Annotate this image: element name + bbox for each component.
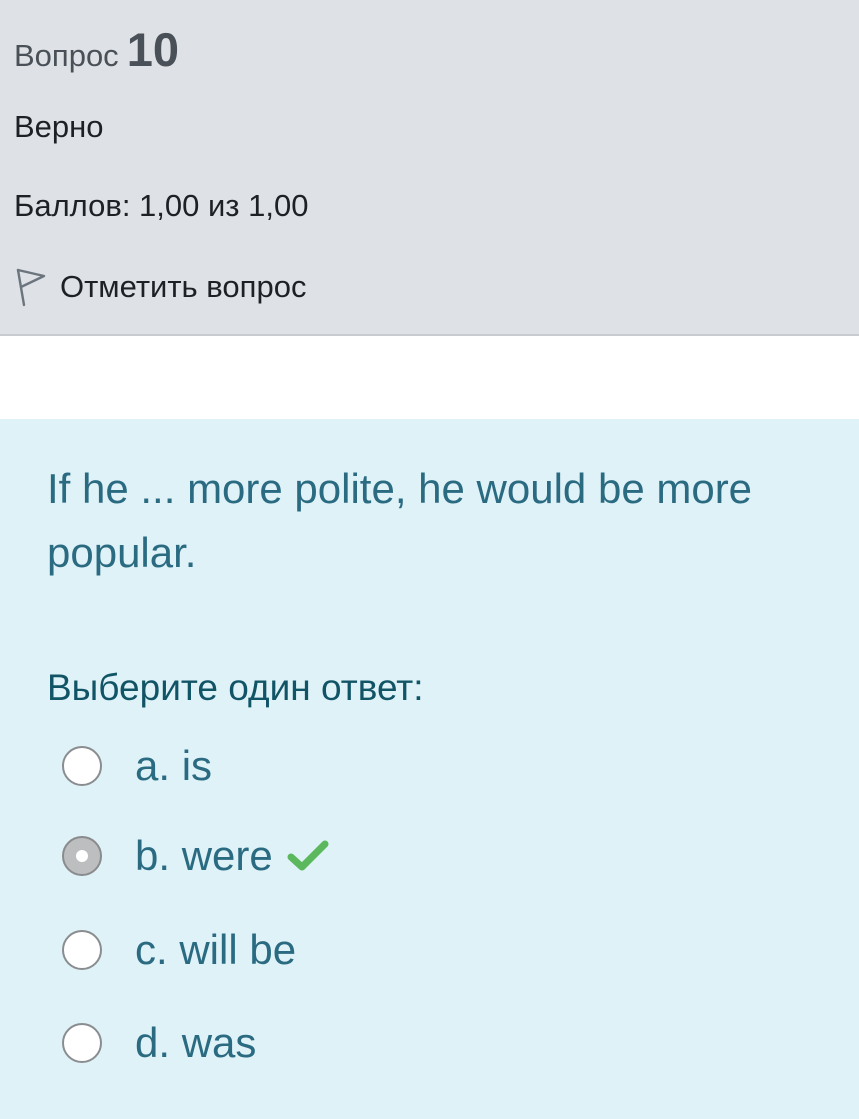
radio-selected-dot bbox=[76, 850, 88, 862]
check-icon bbox=[287, 840, 329, 871]
question-number: 10 bbox=[126, 23, 179, 76]
question-state: Верно bbox=[14, 109, 104, 144]
answer-option-d-label: d. was bbox=[135, 1019, 257, 1066]
answer-option-a-label: a. is bbox=[135, 742, 213, 789]
question-header: Вопрос 10 bbox=[14, 22, 179, 77]
answer-option-c-label: c. will be bbox=[135, 926, 297, 973]
question-info-panel: Вопрос 10 Верно Баллов: 1,00 из 1,00 Отме… bbox=[0, 0, 859, 336]
answer-option-c[interactable]: c. will be bbox=[62, 920, 296, 980]
question-label: Вопрос bbox=[14, 38, 119, 73]
answer-prompt: Выберите один ответ: bbox=[47, 667, 424, 708]
radio-a[interactable] bbox=[62, 746, 102, 786]
radio-b[interactable] bbox=[62, 836, 102, 876]
radio-d[interactable] bbox=[62, 1023, 102, 1063]
flag-question-label: Отметить вопрос bbox=[60, 269, 307, 304]
flag-icon bbox=[16, 268, 46, 307]
answer-option-b[interactable]: b. were bbox=[62, 826, 329, 886]
question-text: If he ... more polite, he would be more … bbox=[47, 465, 753, 576]
flag-question-link[interactable]: Отметить вопрос bbox=[14, 266, 306, 308]
answer-option-d[interactable]: d. was bbox=[62, 1013, 256, 1073]
radio-c[interactable] bbox=[62, 930, 102, 970]
answer-option-a[interactable]: a. is bbox=[62, 736, 212, 796]
answer-option-b-label: b. were bbox=[135, 832, 273, 879]
question-grade: Баллов: 1,00 из 1,00 bbox=[14, 188, 309, 223]
